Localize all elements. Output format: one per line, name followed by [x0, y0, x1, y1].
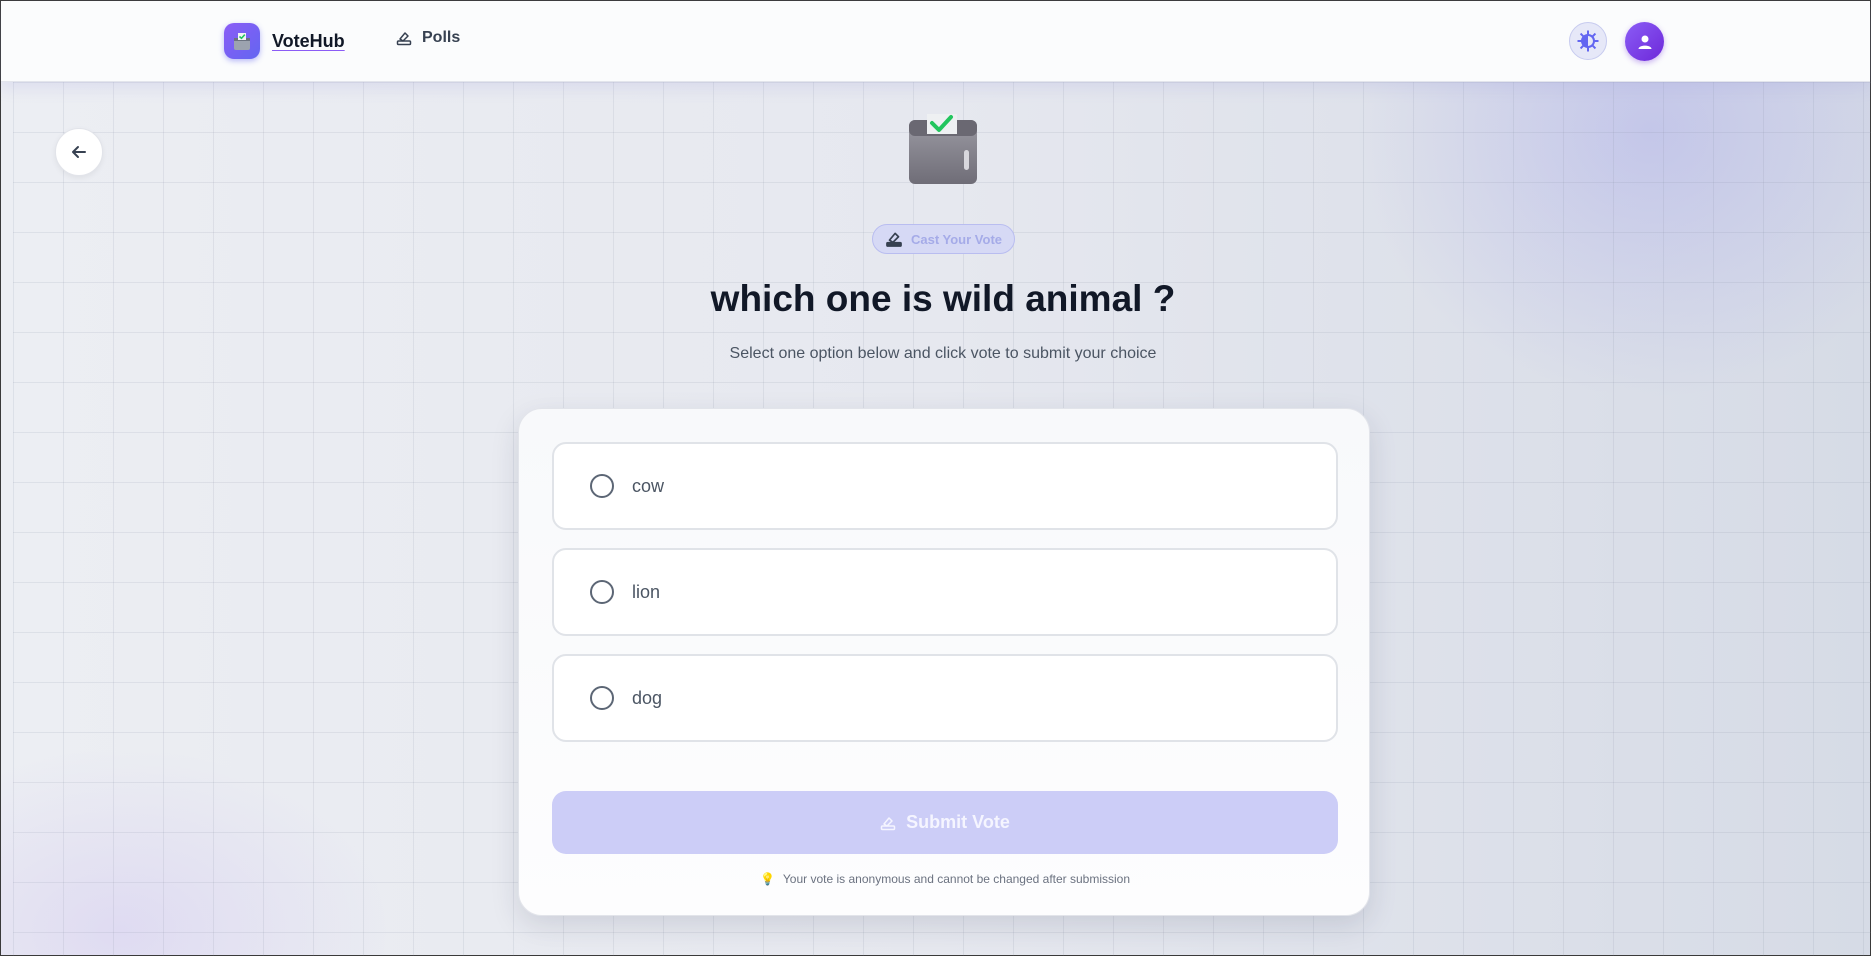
ballot-pen-icon	[880, 816, 896, 830]
nav-polls-label: Polls	[422, 29, 461, 46]
contrast-sun-icon	[1577, 30, 1599, 52]
radio-button[interactable]	[590, 686, 614, 710]
poll-option-cow[interactable]: cow	[552, 442, 1338, 530]
cast-your-vote-badge: Cast Your Vote	[872, 224, 1015, 254]
lightbulb-icon: 💡	[759, 872, 775, 886]
brand-logo-icon	[224, 23, 260, 59]
option-label: cow	[632, 475, 665, 496]
anonymity-note-text: Your vote is anonymous and cannot be cha…	[782, 872, 1131, 886]
user-avatar-button[interactable]	[1625, 22, 1664, 61]
vote-card: cow lion dog Submit Vote 💡 Your vote is …	[518, 408, 1370, 916]
option-label: lion	[632, 581, 661, 602]
brand-home-link[interactable]: VoteHub	[224, 23, 345, 59]
poll-option-dog[interactable]: dog	[552, 654, 1338, 742]
radio-button[interactable]	[590, 580, 614, 604]
poll-option-lion[interactable]: lion	[552, 548, 1338, 636]
submit-vote-label: Submit Vote	[906, 812, 1010, 832]
ballot-pen-icon	[886, 232, 902, 247]
theme-toggle-button[interactable]	[1569, 22, 1607, 60]
radio-button[interactable]	[590, 474, 614, 498]
top-navigation-bar: VoteHub Polls	[1, 1, 1870, 82]
arrow-left-icon	[72, 146, 86, 158]
poll-question-title: which one is wild animal ?	[710, 278, 1176, 319]
submit-vote-button[interactable]: Submit Vote	[552, 791, 1338, 854]
user-icon	[1638, 35, 1651, 49]
poll-instructions: Select one option below and click vote t…	[729, 345, 1157, 362]
back-button[interactable]	[55, 128, 103, 176]
badge-label: Cast Your Vote	[910, 231, 1003, 247]
brand-name: VoteHub	[272, 30, 345, 51]
ballot-box-with-check-icon	[905, 108, 981, 188]
anonymity-note: 💡 Your vote is anonymous and cannot be c…	[519, 872, 1371, 886]
option-label: dog	[632, 687, 663, 708]
nav-item-polls[interactable]: Polls	[396, 29, 460, 47]
ballot-pen-icon	[396, 32, 412, 46]
